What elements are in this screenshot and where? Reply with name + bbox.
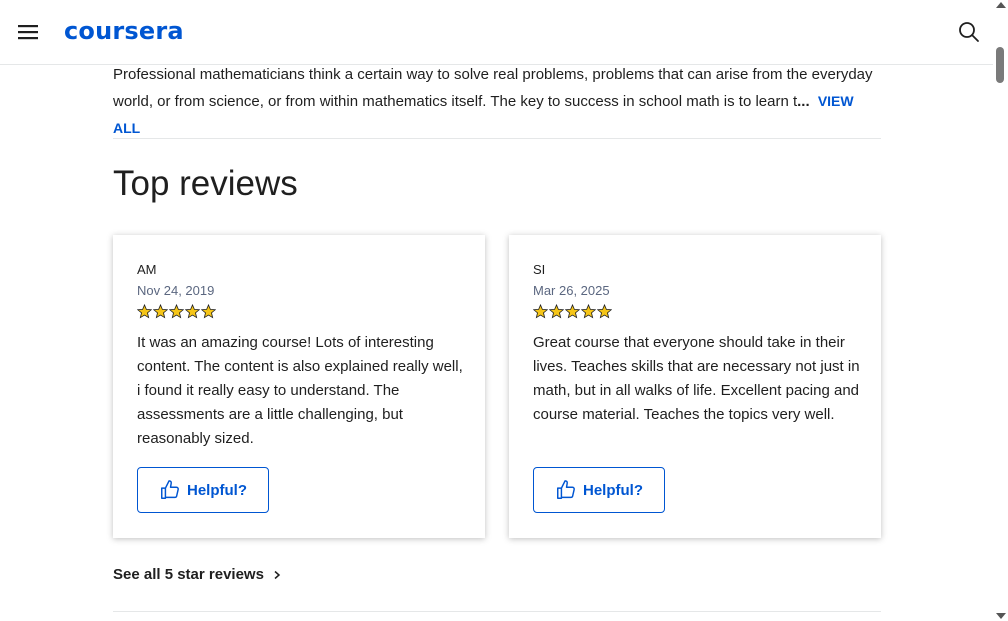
- description-text: Professional mathematicians think a cert…: [113, 66, 873, 110]
- star-icon: [201, 304, 216, 319]
- review-date: Nov 24, 2019: [137, 283, 215, 298]
- review-text: Great course that everyone should take i…: [533, 334, 860, 423]
- review-card: AM Nov 24, 2019 It was an amazing course…: [113, 235, 485, 538]
- top-header: coursera: [0, 0, 993, 65]
- coursera-logo[interactable]: coursera: [64, 17, 184, 45]
- see-all-label: See all 5 star reviews: [113, 566, 264, 583]
- chevron-right-icon: [274, 570, 281, 579]
- star-icon: [153, 304, 168, 319]
- course-description: Professional mathematicians think a cert…: [113, 62, 883, 142]
- helpful-label: Helpful?: [187, 481, 247, 499]
- star-rating: [137, 304, 467, 320]
- star-icon: [549, 304, 564, 319]
- scrollbar-thumb[interactable]: [996, 47, 1004, 83]
- star-icon: [533, 304, 548, 319]
- description-ellipsis: ...: [797, 93, 810, 110]
- review-card: SI Mar 26, 2025 Great course that everyo…: [509, 235, 881, 538]
- helpful-label: Helpful?: [583, 481, 643, 499]
- section-title: Top reviews: [113, 164, 298, 203]
- star-rating: [533, 304, 863, 320]
- star-icon: [137, 304, 152, 319]
- section-divider: [113, 138, 881, 139]
- section-divider: [113, 611, 881, 612]
- star-icon: [185, 304, 200, 319]
- helpful-button[interactable]: Helpful?: [533, 467, 665, 513]
- thumbs-up-icon: [557, 480, 575, 499]
- hamburger-menu-icon[interactable]: [18, 22, 38, 42]
- search-icon[interactable]: [958, 21, 980, 43]
- review-date: Mar 26, 2025: [533, 283, 610, 298]
- reviewer-name: SI: [533, 262, 546, 277]
- star-icon: [581, 304, 596, 319]
- star-icon: [169, 304, 184, 319]
- review-text: It was an amazing course! Lots of intere…: [137, 334, 463, 447]
- thumbs-up-icon: [161, 480, 179, 499]
- vertical-scrollbar[interactable]: [993, 0, 1008, 621]
- star-icon: [597, 304, 612, 319]
- see-all-reviews-link[interactable]: See all 5 star reviews: [113, 566, 282, 583]
- reviewer-name: AM: [137, 262, 157, 277]
- scroll-up-arrow-icon[interactable]: [996, 2, 1006, 8]
- scroll-down-arrow-icon[interactable]: [996, 613, 1006, 619]
- star-icon: [565, 304, 580, 319]
- helpful-button[interactable]: Helpful?: [137, 467, 269, 513]
